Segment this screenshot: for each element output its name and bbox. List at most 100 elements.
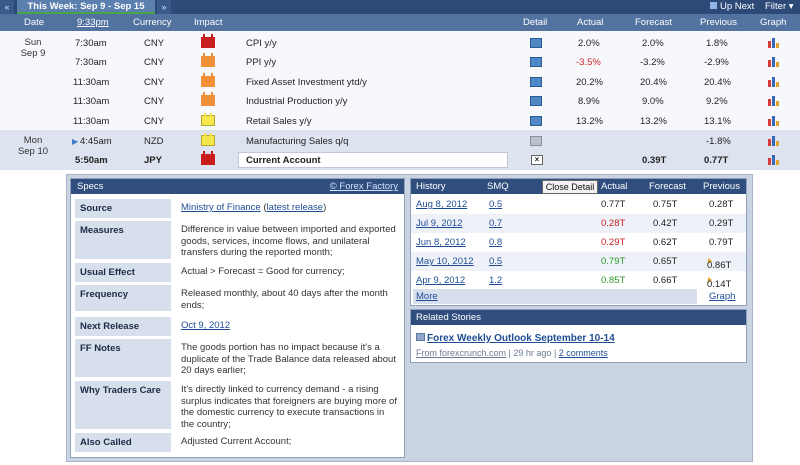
history-date-link[interactable]: Jun 8, 2012 <box>416 237 466 248</box>
history-smq-link[interactable]: 0.5 <box>489 199 502 210</box>
history-column-forecast: Forecast <box>649 181 686 192</box>
spec-row-why-traders-care: Why Traders Care It's directly linked to… <box>75 381 400 430</box>
next-week-button[interactable]: » <box>157 0 171 14</box>
previous-week-button[interactable]: « <box>0 0 14 14</box>
event-row[interactable]: 11:30am CNY Fixed Asset Investment ytd/y… <box>0 72 800 92</box>
event-row-selected[interactable]: 5:50am JPY Current Account × 0.39T 0.77T <box>0 150 800 170</box>
forex-factory-link[interactable]: © Forex Factory <box>330 179 398 194</box>
calendar-column-header: Date 9:33pm Currency Impact Detail Actua… <box>0 14 800 31</box>
history-previous: 0.28T <box>709 199 734 210</box>
event-previous: 20.4% <box>704 77 731 88</box>
event-actual: 20.2% <box>576 77 603 88</box>
event-row[interactable]: 7:30am CNY CPI y/y 2.0% 2.0% 1.8% <box>0 33 800 53</box>
close-detail-icon[interactable]: × <box>531 155 543 165</box>
story-title-link[interactable]: Forex Weekly Outlook September 10-14 <box>427 333 615 344</box>
event-name: CPI y/y <box>246 38 277 49</box>
history-date-link[interactable]: May 10, 2012 <box>416 256 474 267</box>
event-currency: CNY <box>144 116 165 127</box>
open-detail-icon[interactable] <box>530 136 542 146</box>
history-graph-link[interactable]: Graph <box>709 291 735 302</box>
history-row: Jul 9, 2012 0.7 0.28T 0.42T 0.29T <box>411 214 746 233</box>
related-stories-panel: Related Stories Forex Weekly Outlook Sep… <box>410 309 747 363</box>
spec-label: Frequency <box>75 285 171 311</box>
column-currency: Currency <box>133 17 172 28</box>
history-row: May 10, 2012 0.5 0.79T 0.65T 0.86T <box>411 252 746 271</box>
event-time: 11:30am <box>73 116 110 127</box>
story-comments-link[interactable]: 2 comments <box>559 348 608 358</box>
event-name: Industrial Production y/y <box>246 96 348 107</box>
event-time: 11:30am <box>73 96 110 107</box>
history-previous: 0.86T <box>707 256 731 271</box>
column-time-link[interactable]: 9:33pm <box>77 17 109 28</box>
bar-chart-icon[interactable] <box>768 57 780 67</box>
event-row[interactable]: 11:30am CNY Retail Sales y/y 13.2% 13.2%… <box>0 111 800 131</box>
event-actual: 13.2% <box>576 116 603 127</box>
story-title-row: Forex Weekly Outlook September 10-14 <box>416 333 615 344</box>
event-time: 11:30am <box>73 77 110 88</box>
history-actual: 0.77T <box>601 199 626 210</box>
event-row[interactable]: ▶ 4:45am NZD Manufacturing Sales q/q -1.… <box>0 131 800 151</box>
history-actual: 0.28T <box>601 218 626 229</box>
history-row: Jun 8, 2012 0.8 0.29T 0.62T 0.79T <box>411 233 746 252</box>
medium-impact-icon <box>201 92 215 106</box>
history-smq-link[interactable]: 0.8 <box>489 237 502 248</box>
spec-row-next-release: Next Release Oct 9, 2012 <box>75 317 400 336</box>
up-next-button[interactable]: Up Next <box>710 0 754 14</box>
bar-chart-icon[interactable] <box>768 77 780 87</box>
event-forecast: 2.0% <box>642 38 664 49</box>
history-panel: History SMQ Actual Forecast Previous Aug… <box>410 178 747 306</box>
spec-value: Difference in value between imported and… <box>181 224 396 258</box>
spec-label: Why Traders Care <box>75 381 171 429</box>
history-column-date: History <box>416 181 446 192</box>
specs-title: Specs <box>77 181 104 192</box>
history-smq-link[interactable]: 0.5 <box>489 256 502 267</box>
history-column-actual: Actual <box>601 181 628 192</box>
spec-value: Adjusted Current Account; <box>181 436 292 447</box>
event-forecast: -3.2% <box>640 57 665 68</box>
bar-chart-icon[interactable] <box>768 38 780 48</box>
week-title-tab[interactable]: This Week: Sep 9 - Sep 15 <box>17 0 155 14</box>
bar-chart-icon[interactable] <box>768 116 780 126</box>
event-row[interactable]: 7:30am CNY PPI y/y -3.5% -3.2% -2.9% <box>0 52 800 72</box>
history-date-link[interactable]: Jul 9, 2012 <box>416 218 462 229</box>
history-previous: 0.79T <box>709 237 734 248</box>
history-previous: 0.29T <box>709 218 734 229</box>
event-currency: CNY <box>144 96 165 107</box>
event-currency: CNY <box>144 38 165 49</box>
filter-button[interactable]: Filter ▾ <box>765 0 794 14</box>
bar-chart-icon[interactable] <box>768 155 780 165</box>
next-release-link[interactable]: Oct 9, 2012 <box>181 320 230 331</box>
history-actual: 0.79T <box>601 256 626 267</box>
spec-row-ff-notes: FF Notes The goods portion has no impact… <box>75 339 400 377</box>
story-source-link[interactable]: From forexcrunch.com <box>416 348 506 358</box>
spec-row-frequency: Frequency Released monthly, about 40 day… <box>75 285 400 311</box>
spec-label: Usual Effect <box>75 263 171 282</box>
event-row[interactable]: 11:30am CNY Industrial Production y/y 8.… <box>0 91 800 111</box>
history-smq-link[interactable]: 0.7 <box>489 218 502 229</box>
open-detail-icon[interactable] <box>530 77 542 87</box>
open-detail-icon[interactable] <box>530 57 542 67</box>
open-detail-icon[interactable] <box>530 116 542 126</box>
event-name: Fixed Asset Investment ytd/y <box>246 77 367 88</box>
history-date-link[interactable]: Aug 8, 2012 <box>416 199 467 210</box>
event-forecast: 9.0% <box>642 96 664 107</box>
chevron-down-icon: ▾ <box>786 1 794 12</box>
high-impact-icon <box>201 151 215 165</box>
column-date: Date <box>24 17 45 28</box>
history-forecast: 0.65T <box>653 256 678 267</box>
history-date-link[interactable]: Apr 9, 2012 <box>416 275 465 286</box>
event-time: 7:30am <box>75 38 107 49</box>
history-smq-link[interactable]: 1.2 <box>489 275 502 286</box>
up-next-label: Up Next <box>720 1 755 12</box>
open-detail-icon[interactable] <box>530 96 542 106</box>
more-history-link[interactable]: More <box>416 291 438 302</box>
bar-chart-icon[interactable] <box>768 136 780 146</box>
bar-chart-icon[interactable] <box>768 96 780 106</box>
history-column-smq: SMQ <box>487 181 509 192</box>
column-forecast: Forecast <box>635 17 672 28</box>
source-link[interactable]: Ministry of Finance <box>181 202 261 213</box>
event-actual: 8.9% <box>578 96 600 107</box>
open-detail-icon[interactable] <box>530 38 542 48</box>
related-stories-header: Related Stories <box>411 310 746 325</box>
latest-release-link[interactable]: latest release <box>267 202 324 213</box>
